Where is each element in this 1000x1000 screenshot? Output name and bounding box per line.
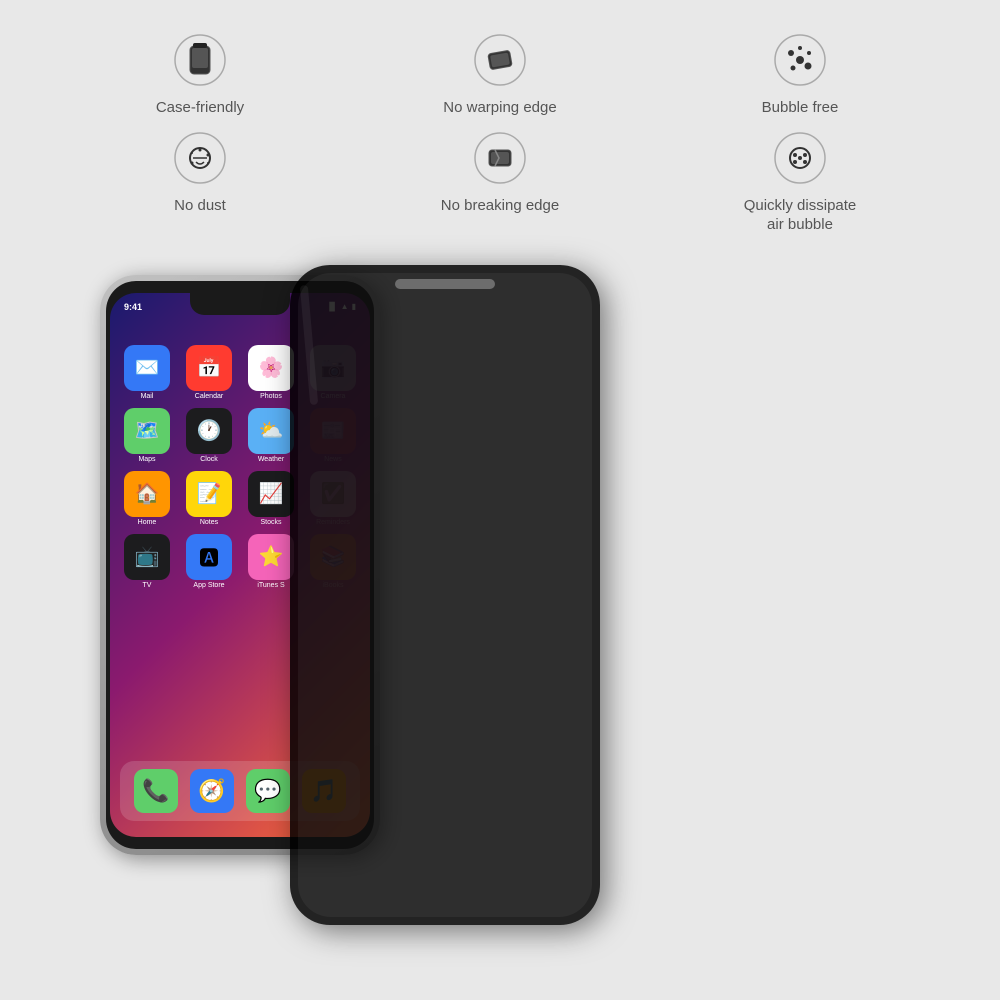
no-warping-edge-label: No warping edge xyxy=(443,98,556,118)
bubble-free-label: Bubble free xyxy=(762,98,839,118)
app-notes: 📝 Notes xyxy=(182,471,236,526)
dock-messages: 💬 xyxy=(246,769,290,813)
quickly-dissipate-icon xyxy=(770,128,830,188)
no-breaking-edge-icon xyxy=(470,128,530,188)
no-dust-icon xyxy=(170,128,230,188)
status-time: 9:41 xyxy=(124,302,142,312)
features-grid: Case-friendly No warping edge Bubb xyxy=(0,0,1000,255)
dock-safari: 🧭 xyxy=(190,769,234,813)
app-tv: 📺 TV xyxy=(120,534,174,589)
no-breaking-edge-label: No breaking edge xyxy=(441,196,559,216)
glass-outer xyxy=(290,265,600,925)
bubble-free-icon xyxy=(770,30,830,90)
app-mail: ✉️ Mail xyxy=(120,345,174,400)
feature-no-dust: No dust xyxy=(60,128,340,235)
case-friendly-label: Case-friendly xyxy=(156,98,244,118)
app-calendar: 📅 Calendar xyxy=(182,345,236,400)
glass-inner xyxy=(298,273,592,917)
phones-area: 9:41 ▐▌ ▲ ▮ ✉️ Mail 📅 xyxy=(0,255,1000,975)
no-warping-edge-icon xyxy=(470,30,530,90)
dock-phone: 📞 xyxy=(134,769,178,813)
feature-bubble-free: Bubble free xyxy=(660,30,940,118)
quickly-dissipate-label: Quickly dissipate air bubble xyxy=(744,196,857,235)
feature-no-warping-edge: No warping edge xyxy=(360,30,640,118)
no-dust-label: No dust xyxy=(174,196,226,216)
app-appstore: 🅰 App Store xyxy=(182,534,236,589)
glass-protector xyxy=(290,265,600,925)
feature-quickly-dissipate: Quickly dissipate air bubble xyxy=(660,128,940,235)
app-clock: 🕐 Clock xyxy=(182,408,236,463)
app-home: 🏠 Home xyxy=(120,471,174,526)
feature-case-friendly: Case-friendly xyxy=(60,30,340,118)
glass-notch-cutout xyxy=(395,279,495,289)
app-maps: 🗺️ Maps xyxy=(120,408,174,463)
notch xyxy=(190,293,290,315)
feature-no-breaking-edge: No breaking edge xyxy=(360,128,640,235)
case-friendly-icon xyxy=(170,30,230,90)
